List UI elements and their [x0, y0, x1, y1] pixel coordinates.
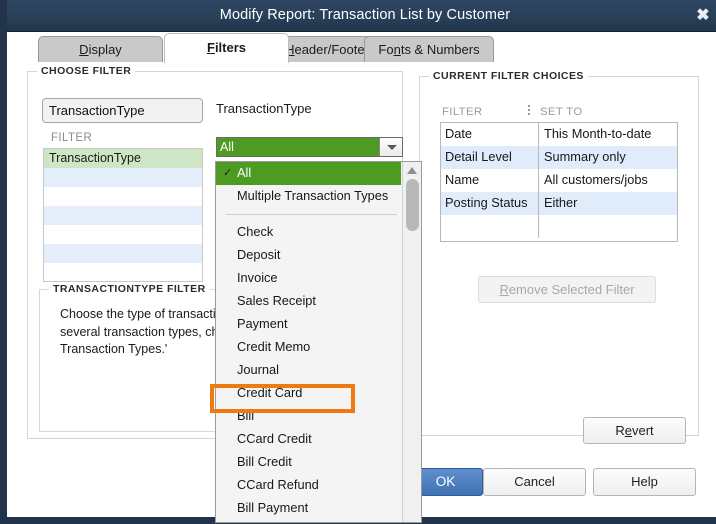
- table-cell-setto: [539, 215, 677, 238]
- dropdown-item-label: Credit Card: [237, 385, 303, 400]
- dropdown-item-label: Invoice: [237, 270, 278, 285]
- dropdown-item-label: Journal: [237, 362, 279, 377]
- transactiontype-filter-description-group: TRANSACTIONTYPE FILTER Choose the type o…: [39, 283, 294, 432]
- filter-list-item[interactable]: [44, 168, 202, 187]
- revert-button[interactable]: Revert: [583, 417, 686, 444]
- modify-report-dialog: Modify Report: Transaction List by Custo…: [0, 0, 716, 524]
- revert-button-label: vert: [631, 423, 654, 438]
- remove-button-label: emove Selected Filter: [508, 282, 635, 297]
- dropdown-items[interactable]: ✓ All Multiple Transaction Types Check Depos…: [216, 162, 421, 520]
- dropdown-item[interactable]: CCard Credit: [216, 428, 421, 451]
- dropdown-item[interactable]: Sales Receipt: [216, 290, 421, 313]
- column-resize-handle[interactable]: [528, 105, 530, 116]
- filter-list-item[interactable]: [44, 244, 202, 263]
- dropdown-item[interactable]: Bill Credit: [216, 451, 421, 474]
- table-row[interactable]: Detail Level Summary only: [441, 146, 677, 169]
- transactiontype-combobox[interactable]: All: [216, 137, 403, 157]
- filter-list-item[interactable]: [44, 187, 202, 206]
- filter-list-item[interactable]: [44, 263, 202, 281]
- dropdown-item[interactable]: Payment: [216, 313, 421, 336]
- dialog-body: CHOOSE FILTER TransactionType FILTER Tra…: [14, 62, 716, 523]
- chevron-up-icon[interactable]: [407, 167, 417, 174]
- table-cell-setto: Summary only: [544, 149, 626, 164]
- dropdown-item[interactable]: Multiple Transaction Types: [216, 185, 421, 208]
- description-title: TRANSACTIONTYPE FILTER: [49, 283, 210, 295]
- close-icon[interactable]: ✖: [694, 7, 712, 25]
- tab-fonts-numbers[interactable]: Fonts & Numbers: [364, 36, 494, 62]
- remove-selected-filter-button[interactable]: Remove Selected Filter: [478, 276, 656, 303]
- check-icon: ✓: [223, 167, 233, 179]
- tab-filters-label: ilters: [214, 40, 247, 55]
- column-header-setto: SET TO: [540, 106, 583, 118]
- filter-list-item[interactable]: [44, 206, 202, 225]
- current-filter-choices-group: CURRENT FILTER CHOICES FILTER SET TO Dat…: [419, 70, 699, 444]
- table-cell-filter: Posting Status: [441, 192, 539, 215]
- help-button[interactable]: Help: [593, 468, 696, 496]
- table-cell-filter: [441, 215, 539, 238]
- combo-dropdown-button[interactable]: [379, 138, 402, 156]
- dropdown-separator: [226, 214, 397, 215]
- transactiontype-dropdown-list[interactable]: ✓ All Multiple Transaction Types Check Depos…: [215, 161, 422, 523]
- dropdown-item-label: Multiple Transaction Types: [237, 188, 389, 203]
- dropdown-item[interactable]: Invoice: [216, 267, 421, 290]
- filter-list-item[interactable]: [44, 225, 202, 244]
- tab-filters[interactable]: Filters: [164, 33, 289, 63]
- table-row[interactable]: Name All customers/jobs: [441, 169, 677, 192]
- filter-list-item[interactable]: TransactionType: [44, 149, 202, 168]
- current-filter-choices-title: CURRENT FILTER CHOICES: [429, 70, 588, 82]
- table-cell-filter: Detail Level: [441, 146, 539, 169]
- dropdown-item-label: Bill: [237, 408, 255, 423]
- dropdown-item-label: CCard Refund: [237, 477, 319, 492]
- dropdown-item-label: Deposit: [237, 247, 281, 262]
- dropdown-item[interactable]: Journal: [216, 359, 421, 382]
- chevron-down-icon: [387, 145, 397, 150]
- dropdown-item[interactable]: Bill Payment: [216, 497, 421, 520]
- dropdown-item-label: Bill Payment: [237, 500, 309, 515]
- title-bar: Modify Report: Transaction List by Custo…: [7, 0, 716, 32]
- scrollbar-thumb[interactable]: [406, 179, 419, 231]
- table-cell-filter: Name: [441, 169, 539, 192]
- filter-search-input[interactable]: TransactionType: [42, 98, 203, 123]
- table-cell-setto: All customers/jobs: [544, 172, 648, 187]
- dropdown-item[interactable]: Check: [216, 221, 421, 244]
- table-row[interactable]: Date This Month-to-date: [441, 123, 677, 146]
- dropdown-item-label: Credit Memo: [237, 339, 311, 354]
- dropdown-item[interactable]: Credit Card: [216, 382, 421, 405]
- tab-display-label: isplay: [88, 42, 122, 57]
- dropdown-item[interactable]: Bill: [216, 405, 421, 428]
- cancel-button[interactable]: Cancel: [483, 468, 586, 496]
- tab-header-footer-label: eader/Footer: [294, 42, 369, 57]
- dropdown-item-label: Payment: [237, 316, 288, 331]
- table-row[interactable]: [441, 215, 677, 238]
- dropdown-item-label: Check: [237, 224, 274, 239]
- filter-list[interactable]: TransactionType: [43, 148, 203, 282]
- combo-selected-value: All: [220, 140, 234, 154]
- tab-bar: Display Filters Header/Footer Fonts & Nu…: [14, 32, 716, 63]
- dropdown-item[interactable]: Credit Memo: [216, 336, 421, 359]
- table-cell-filter: Date: [441, 123, 539, 146]
- table-row[interactable]: Posting Status Either: [441, 192, 677, 215]
- tab-fonts-numbers-label: ts & Numbers: [400, 42, 480, 57]
- choose-filter-title: CHOOSE FILTER: [37, 65, 136, 77]
- table-cell-setto: Either: [544, 195, 578, 210]
- table-cell-setto: This Month-to-date: [544, 126, 652, 141]
- dropdown-item-label: All: [237, 165, 252, 180]
- filter-list-label: FILTER: [51, 132, 93, 144]
- tab-display[interactable]: Display: [38, 36, 163, 62]
- column-header-filter: FILTER: [442, 106, 483, 118]
- filter-search-value: TransactionType: [49, 103, 145, 118]
- dropdown-item-label: CCard Credit: [237, 431, 312, 446]
- dialog-title: Modify Report: Transaction List by Custo…: [219, 7, 511, 23]
- current-filter-choices-table[interactable]: Date This Month-to-date Detail Level Summar…: [440, 122, 678, 242]
- dropdown-scrollbar[interactable]: [402, 162, 421, 522]
- dropdown-item[interactable]: CCard Refund: [216, 474, 421, 497]
- dropdown-item-label: Bill Credit: [237, 454, 292, 469]
- dropdown-item[interactable]: ✓ All: [216, 162, 401, 185]
- dropdown-item-label: Sales Receipt: [237, 293, 316, 308]
- dropdown-item[interactable]: Deposit: [216, 244, 421, 267]
- combo-caption: TransactionType: [216, 101, 312, 116]
